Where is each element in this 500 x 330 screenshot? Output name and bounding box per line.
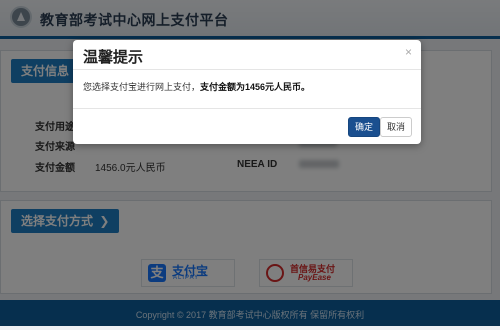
cancel-button[interactable]: 取消 [379, 117, 412, 137]
dialog-title: 温馨提示 [83, 49, 144, 66]
close-icon[interactable]: × [405, 45, 412, 59]
dialog-header: 温馨提示 × [73, 40, 421, 70]
confirm-button[interactable]: 确定 [347, 117, 380, 137]
dialog-message: 您选择支付宝进行网上支付，支付金额为1456元人民币。 [83, 80, 310, 93]
dialog-message-amount: 支付金额为1456元人民币。 [200, 82, 311, 92]
dialog-message-text: 您选择支付宝进行网上支付， [83, 82, 201, 92]
notice-dialog: 温馨提示 × 您选择支付宝进行网上支付，支付金额为1456元人民币。 确定 取消 [73, 40, 421, 144]
dialog-footer: 确定 取消 [73, 108, 421, 145]
